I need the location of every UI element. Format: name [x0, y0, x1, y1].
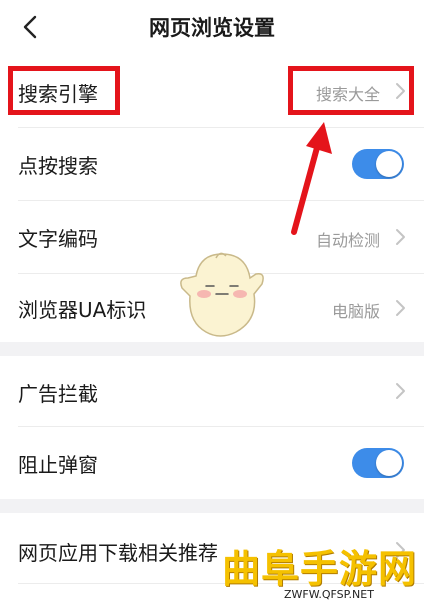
toggle-knob [376, 151, 402, 177]
setting-label: 广告拦截 [18, 382, 98, 406]
tap-search-toggle[interactable] [352, 149, 404, 179]
setting-value: 电脑版 [331, 302, 380, 321]
setting-label: 点按搜索 [18, 154, 98, 178]
section-gap [0, 342, 424, 356]
setting-block-popup: 阻止弹窗 [0, 427, 424, 499]
annotation-arrow-icon [291, 122, 332, 235]
mascot-icon [180, 252, 264, 337]
chevron-right-icon [396, 383, 405, 399]
watermark-url: ZWFW.QFSP.NET [284, 588, 374, 601]
highlight-box-label [8, 66, 120, 115]
setting-label: 浏览器UA标识 [18, 298, 147, 322]
setting-label: 文字编码 [18, 227, 98, 251]
watermark-brand: 曲阜手游网 [222, 546, 418, 591]
block-popup-toggle[interactable] [352, 448, 404, 478]
setting-label: 网页应用下载相关推荐 [18, 541, 218, 565]
page-title: 网页浏览设置 [149, 16, 275, 40]
setting-tap-search: 点按搜索 [0, 128, 424, 200]
highlight-box-value [288, 66, 414, 115]
toggle-knob [376, 450, 402, 476]
setting-ad-block[interactable]: 广告拦截 [0, 356, 424, 426]
setting-label: 阻止弹窗 [18, 453, 98, 477]
nav-bar: 网页浏览设置 [0, 0, 424, 55]
chevron-right-icon [396, 229, 405, 245]
chevron-right-icon [396, 300, 405, 316]
section-gap [0, 499, 424, 513]
